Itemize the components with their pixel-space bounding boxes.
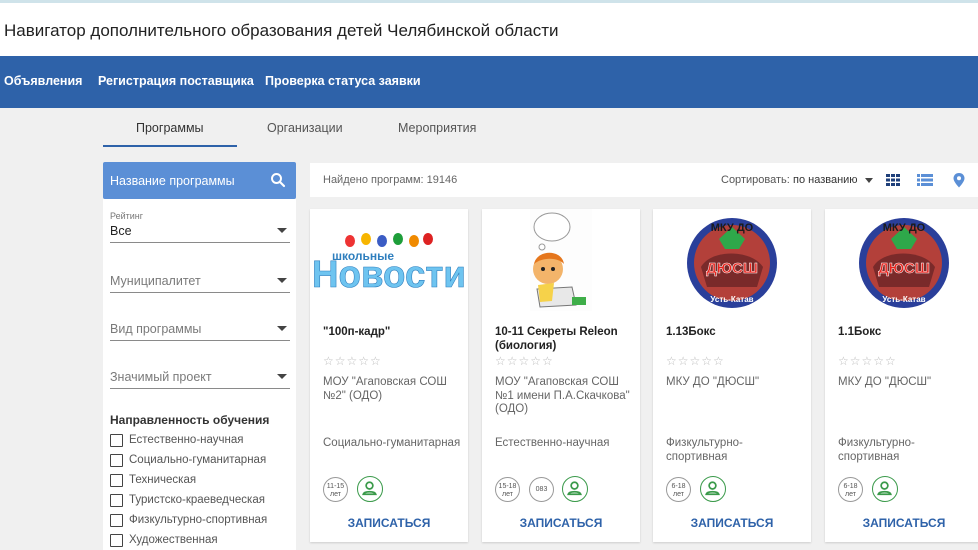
dyussh-emblem: МКУ ДО ДЮСШ Усть-Катав [825, 209, 978, 311]
results-count: Найдено программ: 19146 [323, 174, 458, 186]
active-tab-indicator [103, 145, 237, 147]
municipality-select[interactable]: Муниципалитет [110, 261, 290, 293]
nav-application-status[interactable]: Проверка статуса заявки [265, 74, 421, 88]
site-header: Навигатор дополнительного образования де… [0, 3, 978, 56]
search-icon[interactable] [269, 171, 287, 189]
enroll-button[interactable]: ЗАПИСАТЬСЯ [825, 516, 978, 530]
project-placeholder: Значимый проект [110, 370, 212, 384]
rating-stars: ☆☆☆☆☆ [666, 354, 725, 368]
card-direction: Физкультурно-спортивная [666, 437, 743, 463]
enroll-button[interactable]: ЗАПИСАТЬСЯ [482, 516, 640, 530]
checkbox[interactable] [110, 534, 123, 547]
project-select[interactable]: Значимый проект [110, 357, 290, 389]
program-name-search[interactable]: Название программы [103, 162, 296, 199]
enroll-button[interactable]: ЗАПИСАТЬСЯ [310, 516, 468, 530]
school-news-logo: школьные Новости [310, 209, 468, 311]
direction-option-label: Естественно-научная [129, 434, 244, 446]
tab-events[interactable]: Мероприятия [398, 121, 476, 135]
program-image [482, 209, 640, 311]
sort-select[interactable]: по названию [793, 174, 858, 186]
card-title[interactable]: 10-11 Секреты Releon (биология) [495, 325, 633, 353]
emblem-top-text: МКУ ДО [883, 222, 926, 234]
user-icon [872, 476, 898, 502]
card-organization: МКУ ДО "ДЮСШ" [838, 376, 932, 388]
card-direction: Социально-гуманитарная [323, 437, 461, 449]
caret-down-icon [277, 228, 287, 233]
program-type-select[interactable]: Вид программы [110, 309, 290, 341]
rating-value: Все [110, 224, 132, 238]
user-icon [700, 476, 726, 502]
age-badge: 11-15 лет [323, 477, 348, 502]
checkbox[interactable] [110, 454, 123, 467]
emblem-bottom-text: Усть-Катав [710, 295, 753, 304]
checkbox[interactable] [110, 474, 123, 487]
sort-label: Сортировать: [721, 174, 790, 186]
filters-panel: Рейтинг Все Муниципалитет Вид программы … [103, 199, 296, 550]
rating-select[interactable]: Рейтинг Все [110, 211, 290, 243]
checkbox[interactable] [110, 514, 123, 527]
card-title[interactable]: "100п-кадр" [323, 325, 461, 339]
emblem-bottom-text: Усть-Катав [882, 295, 925, 304]
search-label: Название программы [110, 174, 235, 188]
checkbox[interactable] [110, 434, 123, 447]
grid-view-icon[interactable] [885, 172, 901, 188]
results-toolbar: Найдено программ: 19146 Сортировать: по … [310, 163, 978, 197]
code-badge: 083 [529, 477, 554, 502]
direction-option-label: Социально-гуманитарная [129, 454, 267, 466]
map-pin-icon[interactable] [951, 172, 967, 188]
card-organization: МОУ "Агаповская СОШ №2" (ОДО) [323, 376, 447, 402]
caret-down-icon[interactable] [865, 178, 873, 183]
tab-organizations[interactable]: Организации [267, 121, 343, 135]
municipality-placeholder: Муниципалитет [110, 274, 201, 288]
user-icon [562, 476, 588, 502]
direction-option-label: Техническая [129, 474, 197, 486]
enroll-button[interactable]: ЗАПИСАТЬСЯ [653, 516, 811, 530]
program-type-placeholder: Вид программы [110, 322, 202, 336]
rating-stars: ☆☆☆☆☆ [495, 354, 554, 368]
card-direction: Физкультурно-спортивная [838, 437, 915, 463]
program-image: МКУ ДО ДЮСШ Усть-Катав [825, 209, 978, 311]
program-card[interactable]: МКУ ДО ДЮСШ Усть-Катав 1.1Бокс ☆☆☆☆☆ МКУ… [825, 209, 978, 542]
card-organization: МКУ ДО "ДЮСШ" [666, 376, 760, 388]
nav-announcements[interactable]: Объявления [4, 74, 82, 88]
program-image: школьные Новости [310, 209, 468, 311]
checkbox[interactable] [110, 494, 123, 507]
rating-stars: ☆☆☆☆☆ [323, 354, 382, 368]
catalog-tabs: Программы Организации Мероприятия [103, 108, 978, 148]
program-card[interactable]: 10-11 Секреты Releon (биология) ☆☆☆☆☆ МО… [482, 209, 640, 542]
rating-stars: ☆☆☆☆☆ [838, 354, 897, 368]
caret-down-icon [277, 278, 287, 283]
card-direction: Естественно-научная [495, 437, 610, 449]
card-title[interactable]: 1.1Бокс [838, 325, 976, 339]
program-image: МКУ ДО ДЮСШ Усть-Катав [653, 209, 811, 311]
boy-reading-illustration [482, 209, 640, 311]
caret-down-icon [277, 374, 287, 379]
direction-title: Направленность обучения [110, 413, 270, 427]
program-card[interactable]: школьные Новости "100п-кадр" ☆☆☆☆☆ МОУ "… [310, 209, 468, 542]
rating-label: Рейтинг [110, 211, 144, 221]
direction-option-label: Туристско-краеведческая [129, 494, 265, 506]
program-card[interactable]: МКУ ДО ДЮСШ Усть-Катав 1.13Бокс ☆☆☆☆☆ МК… [653, 209, 811, 542]
age-badge: 6-18 лет [838, 477, 863, 502]
user-icon [357, 476, 383, 502]
age-badge: 6-18 лет [666, 477, 691, 502]
logo-big-text: Новости [312, 254, 466, 296]
direction-option-label: Физкультурно-спортивная [129, 514, 268, 526]
card-title[interactable]: 1.13Бокс [666, 325, 804, 339]
nav-provider-registration[interactable]: Регистрация поставщика [98, 74, 254, 88]
caret-down-icon [277, 326, 287, 331]
card-organization: МОУ "Агаповская СОШ №1 имени П.А.Скачков… [495, 376, 630, 415]
dyussh-emblem: МКУ ДО ДЮСШ Усть-Катав [653, 209, 811, 311]
list-view-icon[interactable] [917, 172, 933, 188]
emblem-mid-text: ДЮСШ [706, 260, 758, 277]
main-navbar: Объявления Регистрация поставщика Провер… [0, 56, 978, 108]
site-title: Навигатор дополнительного образования де… [4, 21, 559, 40]
emblem-mid-text: ДЮСШ [878, 260, 930, 277]
age-badge: 15-18 лет [495, 477, 520, 502]
direction-option-label: Художественная [129, 534, 218, 546]
tab-programs[interactable]: Программы [136, 121, 204, 135]
emblem-top-text: МКУ ДО [711, 222, 754, 234]
